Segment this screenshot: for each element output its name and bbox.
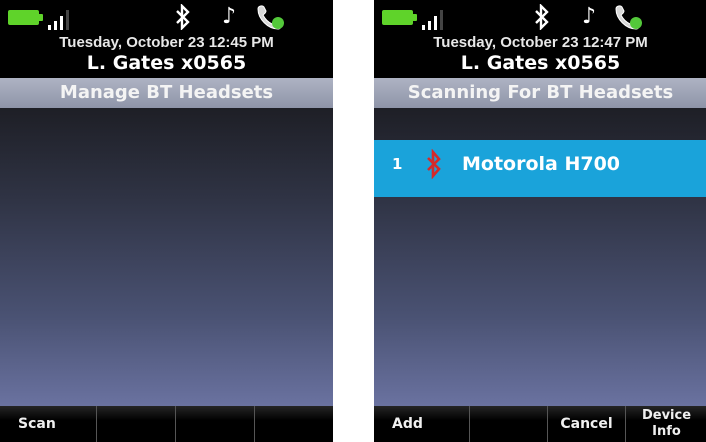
phone-screen-scanning: ♪ Tuesday, October 23 12:47 PM L. Gates … — [374, 0, 706, 442]
handset-icon — [257, 5, 284, 30]
softkey-2[interactable] — [97, 406, 176, 442]
user-line: L. Gates x0565 — [86, 52, 247, 74]
list-item[interactable]: 1 Motorola H700 — [374, 140, 706, 197]
user-line: L. Gates x0565 — [460, 52, 621, 74]
header-info: Tuesday, October 23 12:47 PM L. Gates x0… — [374, 33, 706, 78]
battery-icon — [8, 10, 43, 25]
softkey-cancel[interactable]: Cancel — [548, 406, 626, 442]
signal-bars-icon — [422, 8, 450, 30]
bluetooth-icon — [176, 4, 190, 30]
battery-icon — [382, 10, 417, 25]
softkey-3[interactable] — [176, 406, 255, 442]
softkey-scan[interactable]: Scan — [0, 406, 97, 442]
device-name: Motorola H700 — [462, 153, 621, 175]
bluetooth-icon — [535, 4, 549, 30]
music-note-icon: ♪ — [582, 4, 597, 29]
list-item-index: 1 — [392, 155, 403, 173]
phone-screen-manage: ♪ Tuesday, October 23 12:45 PM L. Gates … — [0, 0, 333, 442]
softkey-4[interactable] — [255, 406, 333, 442]
signal-bars-icon — [48, 8, 76, 30]
page-title: Manage BT Headsets — [0, 78, 333, 108]
bluetooth-icon — [427, 149, 441, 179]
page-title: Scanning For BT Headsets — [374, 78, 706, 108]
softkey-device-info[interactable]: Device Info — [626, 406, 706, 442]
softkey-bar: Scan — [0, 406, 333, 442]
main-area: 1 Motorola H700 — [374, 108, 706, 406]
date-time: Tuesday, October 23 12:45 PM — [59, 34, 274, 51]
main-area — [0, 108, 333, 406]
header-info: Tuesday, October 23 12:45 PM L. Gates x0… — [0, 33, 333, 78]
handset-icon — [615, 5, 642, 30]
status-bar: ♪ — [0, 0, 333, 33]
softkey-add[interactable]: Add — [374, 406, 470, 442]
status-bar: ♪ — [374, 0, 706, 33]
softkey-bar: Add Cancel Device Info — [374, 406, 706, 442]
date-time: Tuesday, October 23 12:47 PM — [433, 34, 648, 51]
softkey-2[interactable] — [470, 406, 548, 442]
music-note-icon: ♪ — [222, 4, 237, 29]
